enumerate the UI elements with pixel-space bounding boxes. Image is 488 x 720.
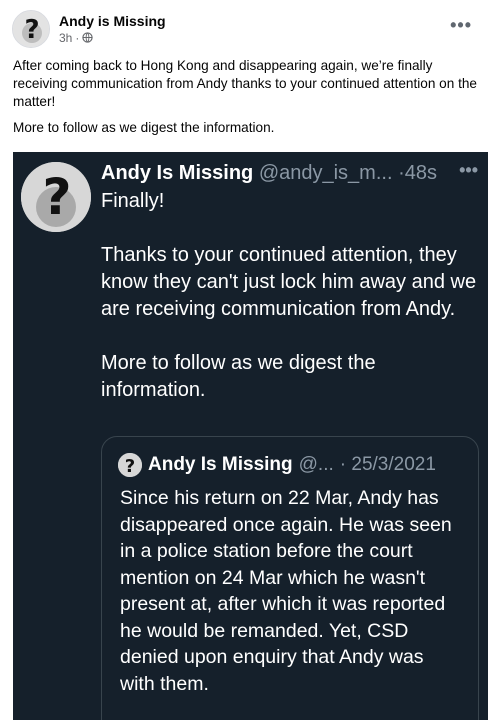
- question-mark-avatar-icon: ?: [13, 11, 49, 47]
- post-text: After coming back to Hong Kong and disap…: [13, 57, 479, 145]
- svg-text:?: ?: [24, 15, 39, 45]
- quoted-date: · 25/3/2021: [339, 454, 436, 475]
- tweet-author-name: Andy Is Missing: [101, 162, 254, 184]
- svg-text:?: ?: [42, 168, 71, 226]
- tweet-avatar: ?: [21, 162, 91, 232]
- svg-text:?: ?: [125, 456, 135, 477]
- question-mark-avatar-icon: ?: [118, 453, 142, 477]
- quoted-tweet: ? Andy Is Missing @... · 25/3/2021 Since…: [101, 436, 479, 720]
- more-horizontal-icon: •••: [459, 160, 478, 180]
- embedded-tweet-image[interactable]: ? Andy Is Missing @andy_is_m... ·48s •••…: [13, 152, 488, 720]
- tweet-time: ·48s: [398, 162, 437, 184]
- post-paragraph: More to follow as we digest the informat…: [13, 120, 275, 135]
- quoted-tweet-text: Since his return on 22 Mar, Andy has dis…: [120, 487, 452, 695]
- post-header: ? Andy is Missing 3h ·: [12, 9, 166, 49]
- question-mark-avatar-icon: ?: [21, 162, 91, 232]
- quoted-author-name: Andy Is Missing: [148, 454, 293, 475]
- post-author[interactable]: Andy is Missing: [59, 13, 166, 30]
- quoted-handle: @...: [298, 454, 334, 475]
- post-paragraph: After coming back to Hong Kong and disap…: [13, 58, 477, 109]
- tweet-paragraph: Finally!: [101, 190, 165, 212]
- tweet-handle: @andy_is_m...: [258, 162, 393, 184]
- more-horizontal-icon[interactable]: •••: [450, 15, 472, 36]
- tweet-text: Finally! Thanks to your continued attent…: [101, 188, 481, 431]
- post-time[interactable]: 3h: [59, 30, 72, 46]
- avatar[interactable]: ?: [12, 10, 50, 48]
- tweet-paragraph: More to follow as we digest the informat…: [101, 352, 376, 401]
- tweet-paragraph: Thanks to your continued attention, they…: [101, 244, 477, 320]
- facebook-post: ? Andy is Missing 3h · ••• After coming …: [0, 0, 488, 152]
- quoted-tweet-header: ? Andy Is Missing @... · 25/3/2021: [118, 453, 436, 477]
- quoted-avatar: ?: [118, 453, 142, 477]
- globe-icon[interactable]: [82, 32, 94, 43]
- tweet-header: Andy Is Missing @andy_is_m... ·48s: [101, 160, 486, 186]
